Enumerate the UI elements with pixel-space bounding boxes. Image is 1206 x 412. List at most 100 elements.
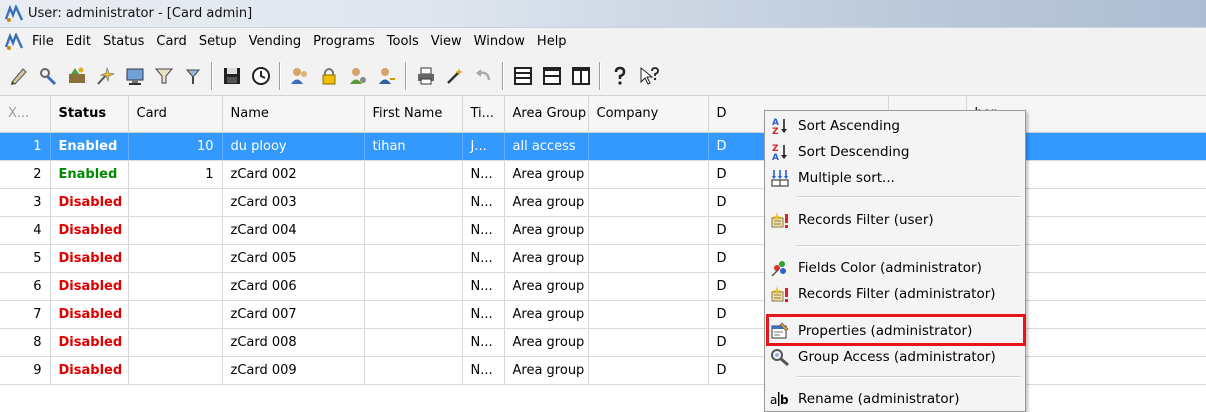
toolbar-wand-icon[interactable] (440, 61, 469, 91)
toolbar-wizard-icon[interactable] (91, 61, 120, 91)
toolbar-user-key-icon[interactable] (372, 61, 401, 91)
toolbar-filter-icon[interactable] (149, 61, 178, 91)
toolbar-separator (502, 61, 504, 90)
row-name: zCard 008 (222, 328, 365, 357)
menu-window[interactable]: Window (468, 28, 531, 56)
menu-item-sort-descending[interactable]: ZA Sort Descending (765, 139, 1025, 165)
row-first-name (364, 160, 463, 189)
column-header-company[interactable]: Company (588, 96, 709, 133)
row-company (588, 356, 709, 385)
row-index: 4 (0, 216, 51, 245)
row-index: 9 (0, 356, 51, 385)
row-status: Disabled (50, 188, 129, 217)
menu-item-group-access[interactable]: Group Access (administrator) (765, 344, 1025, 370)
toolbar-undo-icon[interactable] (469, 61, 498, 91)
column-header-name[interactable]: Name (222, 96, 365, 133)
menu-file[interactable]: File (26, 28, 60, 56)
menu-help[interactable]: Help (531, 28, 573, 56)
column-header-first-name[interactable]: First Name (364, 96, 463, 133)
row-title: N... (462, 328, 505, 357)
column-header-area-group[interactable]: Area Group (504, 96, 589, 133)
row-index: 2 (0, 160, 51, 189)
toolbar-network-icon[interactable] (120, 61, 149, 91)
records-filter-icon (768, 283, 792, 305)
toolbar-clock-icon[interactable] (246, 61, 275, 91)
toolbar-horizontal-icon[interactable] (537, 61, 566, 91)
menu-view[interactable]: View (425, 28, 468, 56)
menu-item-records-filter-admin[interactable]: Records Filter (administrator) (765, 281, 1025, 307)
group-access-icon (768, 346, 792, 368)
row-first-name (364, 272, 463, 301)
menu-item-rename[interactable]: ab Rename (administrator) (765, 386, 1025, 411)
row-status: Enabled (50, 132, 129, 161)
row-name: zCard 009 (222, 356, 365, 385)
menu-status[interactable]: Status (97, 28, 150, 56)
menu-edit[interactable]: Edit (60, 28, 97, 56)
row-status: Disabled (50, 356, 129, 385)
menu-card[interactable]: Card (150, 28, 192, 56)
menu-item-multiple-sort[interactable]: Multiple sort... (765, 165, 1025, 191)
title-bar: User: administrator - [Card admin] (0, 0, 1206, 28)
row-company (588, 272, 709, 301)
toolbar-reader-icon[interactable] (62, 61, 91, 91)
row-index: 8 (0, 328, 51, 357)
menu-item-records-filter-user[interactable]: Records Filter (user) (765, 207, 1025, 233)
row-status: Disabled (50, 272, 129, 301)
column-header-status[interactable]: Status (50, 96, 129, 133)
row-company (588, 216, 709, 245)
toolbar-vertical-icon[interactable] (566, 61, 595, 91)
row-card (128, 272, 223, 301)
row-area-group: Area group 0 (504, 356, 589, 385)
row-status: Disabled (50, 244, 129, 273)
menu-item-label: Records Filter (user) (798, 212, 934, 228)
menu-item-sort-ascending[interactable]: AZ Sort Ascending (765, 113, 1025, 139)
row-area-group: Area group 0 (504, 244, 589, 273)
svg-text:A: A (772, 153, 779, 162)
column-header-card[interactable]: Card (128, 96, 223, 133)
row-first-name: tihan (364, 132, 463, 161)
toolbar-lock-icon[interactable] (314, 61, 343, 91)
menu-separator (797, 376, 1021, 378)
toolbar-pin-icon[interactable] (178, 61, 207, 91)
row-card (128, 328, 223, 357)
toolbar-help-icon[interactable] (605, 61, 634, 91)
app-logo-icon (4, 4, 24, 23)
toolbar-context-help-icon[interactable] (634, 61, 663, 91)
row-area-group: Area group 0 (504, 272, 589, 301)
toolbar-tile-icon[interactable] (508, 61, 537, 91)
svg-text:a: a (770, 393, 777, 407)
row-name: zCard 005 (222, 244, 365, 273)
menu-item-label: Sort Ascending (798, 118, 900, 134)
row-index: 5 (0, 244, 51, 273)
row-title: N... (462, 188, 505, 217)
toolbar-edit-icon[interactable] (4, 61, 33, 91)
row-area-group: Area group 0 (504, 188, 589, 217)
row-first-name (364, 356, 463, 385)
row-card (128, 356, 223, 385)
toolbar-tools-icon[interactable] (33, 61, 62, 91)
toolbar-separator (211, 61, 213, 90)
menu-vending[interactable]: Vending (243, 28, 307, 56)
menu-item-fields-color[interactable]: Fields Color (administrator) (765, 255, 1025, 281)
row-card (128, 188, 223, 217)
column-header-index[interactable]: X... (0, 96, 51, 133)
row-name: zCard 003 (222, 188, 365, 217)
toolbar-print-icon[interactable] (411, 61, 440, 91)
menu-tools[interactable]: Tools (381, 28, 425, 56)
toolbar-users-icon[interactable] (285, 61, 314, 91)
svg-text:Z: Z (772, 127, 779, 136)
toolbar-save-icon[interactable] (217, 61, 246, 91)
row-first-name (364, 300, 463, 329)
app-menu-icon[interactable] (4, 33, 24, 51)
row-area-group: Area group 0 (504, 160, 589, 189)
menu-setup[interactable]: Setup (193, 28, 243, 56)
row-title: J... (462, 132, 505, 161)
menu-programs[interactable]: Programs (307, 28, 381, 56)
toolbar-user-gear-icon[interactable] (343, 61, 372, 91)
row-index: 1 (0, 132, 51, 161)
column-header-title[interactable]: Ti... (462, 96, 505, 133)
rename-icon: ab (768, 388, 792, 410)
row-title: N... (462, 244, 505, 273)
row-first-name (364, 328, 463, 357)
toolbar-separator (599, 61, 601, 90)
